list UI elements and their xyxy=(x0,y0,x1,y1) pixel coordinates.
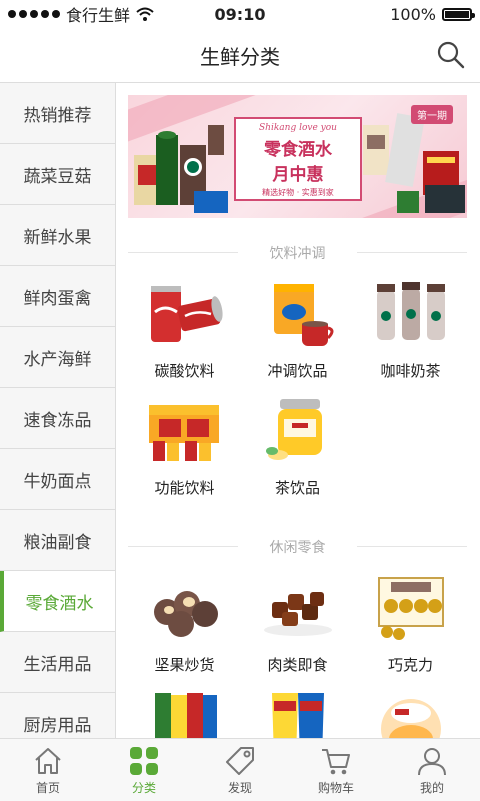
status-right: 100% xyxy=(390,4,475,24)
banner-subtitle: 精选好物 · 实惠到家 xyxy=(262,188,334,197)
sidebar-item-fruits[interactable]: 新鲜水果 xyxy=(0,205,115,266)
sidebar-item-frozen[interactable]: 速食冻品 xyxy=(0,388,115,449)
instant-drink-icon xyxy=(273,284,333,346)
sidebar-item-seafood[interactable]: 水产海鲜 xyxy=(0,327,115,388)
energy-drink-icon xyxy=(148,405,219,461)
product-instant-meat[interactable]: 肉类即食 xyxy=(241,562,354,679)
bottom-tab-bar: 首页 分类 发现 购物车 我的 xyxy=(0,738,480,801)
home-icon xyxy=(35,748,61,774)
jerky-icon xyxy=(263,592,332,636)
cola-can-icon xyxy=(150,286,223,342)
product-tea-drinks[interactable]: 茶饮品 xyxy=(241,385,354,502)
banner-products-left xyxy=(134,125,228,213)
category-icon xyxy=(130,747,158,775)
product-grid-drinks: 碳酸饮料 冲调饮品 咖啡奶茶 功能饮料 茶饮品 xyxy=(128,268,467,502)
section-title-drinks: 饮料冲调 xyxy=(128,243,467,263)
product-label: 碳酸饮料 xyxy=(154,362,215,380)
sidebar-item-snacks-drinks[interactable]: 零食酒水 xyxy=(0,571,115,632)
snack-packs-icon xyxy=(154,693,217,738)
tab-label: 首页 xyxy=(35,781,60,795)
tab-label: 我的 xyxy=(419,781,444,795)
product-chocolate[interactable]: 巧克力 xyxy=(354,562,467,679)
tab-category[interactable]: 分类 xyxy=(96,739,192,801)
banner-script: Shikang love you xyxy=(259,123,337,133)
product-label: 巧克力 xyxy=(387,656,433,674)
honey-tea-jar-icon xyxy=(265,399,322,460)
battery-icon xyxy=(442,7,475,21)
tab-label: 购物车 xyxy=(317,781,354,795)
sidebar-item-grain-oil[interactable]: 粮油副食 xyxy=(0,510,115,571)
chocolate-box-icon xyxy=(377,577,444,640)
tab-label: 发现 xyxy=(227,781,252,795)
banner-issue-badge: 第一期 xyxy=(411,105,453,124)
sidebar-item-kitchen[interactable]: 厨房用品 xyxy=(0,693,115,738)
product-energy-drinks[interactable]: 功能饮料 xyxy=(128,385,241,502)
sidebar-item-meat-eggs[interactable]: 鲜肉蛋禽 xyxy=(0,266,115,327)
sidebar-item-daily-goods[interactable]: 生活用品 xyxy=(0,632,115,693)
product-grid-snacks: 坚果炒货 肉类即食 巧克力 xyxy=(128,562,467,738)
promo-banner[interactable]: Shikang love you 零食酒水 月中惠 精选好物 · 实惠到家 第一… xyxy=(128,95,467,218)
product-snack-packs[interactable] xyxy=(128,679,241,738)
category-content: Shikang love you 零食酒水 月中惠 精选好物 · 实惠到家 第一… xyxy=(116,83,480,738)
chips-bags-icon xyxy=(271,693,324,738)
battery-percent: 100% xyxy=(390,4,436,24)
page-title: 生鲜分类 xyxy=(200,44,280,69)
product-label: 功能饮料 xyxy=(154,479,215,497)
tab-discover[interactable]: 发现 xyxy=(192,739,288,801)
cart-icon xyxy=(322,749,350,775)
banner-title-line2: 月中惠 xyxy=(272,165,324,185)
cake-cup-icon xyxy=(380,699,441,738)
banner-card: Shikang love you 零食酒水 月中惠 精选好物 · 实惠到家 xyxy=(234,117,362,201)
sidebar-item-vegetables[interactable]: 蔬菜豆菇 xyxy=(0,144,115,205)
user-icon xyxy=(418,748,446,776)
tab-label: 分类 xyxy=(131,781,156,795)
product-label: 坚果炒货 xyxy=(154,656,215,674)
product-label: 冲调饮品 xyxy=(267,362,328,380)
product-nuts[interactable]: 坚果炒货 xyxy=(128,562,241,679)
sidebar-item-hot[interactable]: 热销推荐 xyxy=(0,83,115,144)
product-label: 肉类即食 xyxy=(267,656,328,674)
product-label: 咖啡奶茶 xyxy=(380,362,441,380)
tab-profile[interactable]: 我的 xyxy=(384,739,480,801)
banner-title-line1: 零食酒水 xyxy=(264,140,332,160)
nuts-icon xyxy=(153,591,218,637)
product-chips[interactable] xyxy=(241,679,354,738)
tag-icon xyxy=(226,747,254,775)
product-instant-drinks[interactable]: 冲调饮品 xyxy=(241,268,354,385)
nav-header: 生鲜分类 xyxy=(0,28,480,83)
status-bar: 食行生鲜 09:10 100% xyxy=(0,0,480,28)
sidebar-item-dairy-bakery[interactable]: 牛奶面点 xyxy=(0,449,115,510)
product-cakes[interactable] xyxy=(354,679,467,738)
section-title-snacks: 休闲零食 xyxy=(128,537,467,557)
product-coffee-milk-tea[interactable]: 咖啡奶茶 xyxy=(354,268,467,385)
search-icon[interactable] xyxy=(436,40,466,70)
tab-home[interactable]: 首页 xyxy=(0,739,96,801)
category-sidebar: 热销推荐 蔬菜豆菇 新鲜水果 鲜肉蛋禽 水产海鲜 速食冻品 牛奶面点 粮油副食 … xyxy=(0,83,116,738)
product-label: 茶饮品 xyxy=(274,479,320,497)
tab-cart[interactable]: 购物车 xyxy=(288,739,384,801)
product-carbonated-drinks[interactable]: 碳酸饮料 xyxy=(128,268,241,385)
coffee-bottles-icon xyxy=(376,282,445,340)
